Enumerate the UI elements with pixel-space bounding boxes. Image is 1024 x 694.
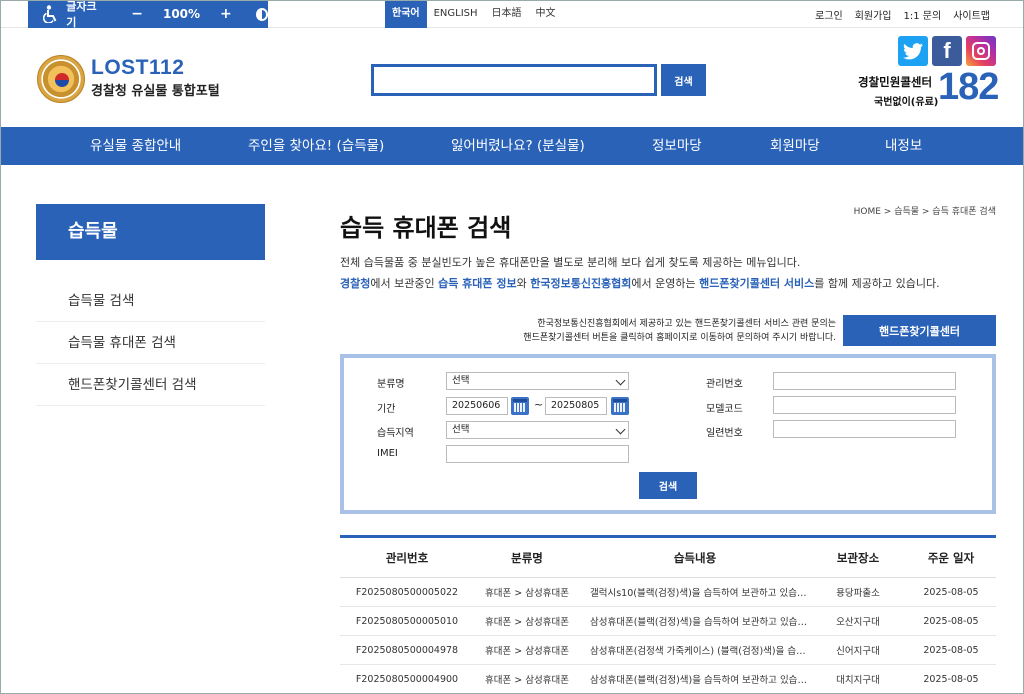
lang-japanese[interactable]: 日本語 [485,0,529,28]
col-date: 주운 일자 [927,550,975,565]
region-label: 습득지역 [377,428,414,439]
lang-english[interactable]: ENGLISH [427,0,485,28]
cell-manage-no: F2025080500004900 [355,673,459,685]
nav-lost-items[interactable]: 잃어버렸나요? (분실물) [451,127,585,165]
imei-label: IMEI [377,448,398,459]
calendar-icon[interactable] [611,397,629,415]
table-row[interactable]: F2025080500004900 휴대폰 > 삼성휴대폰 삼성휴대폰(블랙(검… [340,665,996,694]
brand-title[interactable]: LOST112 [91,56,184,80]
cell-manage-no: F2025080500005010 [355,615,459,627]
cell-storage: 대치지구대 [836,675,880,686]
cell-content[interactable]: 삼성휴대폰(블랙(검정)색)을 습득하여 보관하고 있습니다. [580,614,810,628]
police-emblem-logo[interactable] [37,55,85,103]
description-line-1: 전체 습득물품 중 분실빈도가 높은 휴대폰만을 별도로 분리해 보다 쉽게 찾… [340,256,801,269]
accessibility-icon [42,4,60,24]
contrast-icon[interactable] [255,7,268,21]
table-row[interactable]: F2025080500004978 휴대폰 > 삼성휴대폰 삼성휴대폰(검정색 … [340,636,996,665]
twitter-icon[interactable] [898,36,928,66]
chevron-down-icon [615,375,626,386]
col-manage-no: 관리번호 [385,550,429,565]
sidebar-item-callcenter-search[interactable]: 핸드폰찾기콜센터 검색 [36,364,265,406]
region-select[interactable]: 선택 [446,421,629,439]
date-separator: ~ [534,398,544,411]
serial-label: 일련번호 [706,428,743,439]
cell-content[interactable]: 갤럭시s10(블랙(검정)색)을 습득하여 보관하고 있습니다. [580,585,810,599]
cell-date: 2025-08-05 [923,644,979,656]
period-label: 기간 [377,404,396,415]
date-to-input[interactable]: 20250805 [545,397,607,415]
form-search-button[interactable]: 검색 [639,472,697,499]
cell-date: 2025-08-05 [923,673,979,685]
nav-members[interactable]: 회원마당 [770,127,820,165]
results-table: 관리번호 분류명 습득내용 보관장소 주운 일자 F20250805000050… [340,535,996,694]
model-code-label: 모델코드 [706,404,743,415]
page-title: 습득 휴대폰 검색 [340,214,512,242]
sidebar-item-phone-search[interactable]: 습득물 휴대폰 검색 [36,322,265,364]
cell-category: 휴대폰 > 삼성휴대폰 [485,588,569,599]
serial-input[interactable] [773,420,956,438]
call-center-sub: 국번없이(유료) [874,97,939,108]
chevron-down-icon [615,424,626,435]
cell-date: 2025-08-05 [923,615,979,627]
col-storage: 보관장소 [836,550,880,565]
manage-no-label: 관리번호 [706,379,743,390]
facebook-icon[interactable]: f [932,36,962,66]
table-row[interactable]: F2025080500005022 휴대폰 > 삼성휴대폰 갤럭시s10(블랙(… [340,578,996,607]
font-zoom-value: 100% [162,7,201,21]
nav-lost-guide[interactable]: 유실물 종합안내 [90,127,181,165]
font-size-label: 글자크기 [66,0,97,29]
imei-input[interactable] [446,445,629,463]
inquiry-link[interactable]: 1:1 문의 [904,7,942,22]
lang-chinese[interactable]: 中文 [529,0,563,28]
login-link[interactable]: 로그인 [815,7,843,22]
instagram-icon[interactable] [966,36,996,66]
language-selector: 한국어 ENGLISH 日本語 中文 [385,0,563,28]
call-center-label: 경찰민원콜센터 [858,75,933,89]
cell-manage-no: F2025080500005022 [355,586,459,598]
manage-no-input[interactable] [773,372,956,390]
main-nav: 유실물 종합안내 주인을 찾아요! (습득물) 잃어버렸나요? (분실물) 정보… [0,127,1024,165]
desc-police-link: 경찰청 [340,277,371,290]
cell-storage: 오산지구대 [836,617,880,628]
font-decrease-button[interactable]: − [131,6,143,22]
cell-content[interactable]: 삼성휴대폰(검정색 가죽케이스) (블랙(검정)색)을 습득하여 보관하고 있습… [580,643,810,657]
signup-link[interactable]: 회원가입 [855,7,892,22]
table-header: 관리번호 분류명 습득내용 보관장소 주운 일자 [340,538,996,578]
cell-content[interactable]: 삼성휴대폰(블랙(검정)색)을 습득하여 보관하고 있습니다. [580,672,810,686]
header-search-button[interactable]: 검색 [661,64,706,96]
cell-storage: 신어지구대 [836,646,880,657]
model-code-input[interactable] [773,396,956,414]
cell-date: 2025-08-05 [923,586,979,598]
top-utility-bar: 글자크기 − 100% + 한국어 ENGLISH 日本語 中文 로그인 회원가… [0,0,1024,29]
category-select[interactable]: 선택 [446,372,629,390]
cell-category: 휴대폰 > 삼성휴대폰 [485,675,569,686]
category-label: 분류명 [377,379,405,390]
table-row[interactable]: F2025080500005010 휴대폰 > 삼성휴대폰 삼성휴대폰(블랙(검… [340,607,996,636]
breadcrumb: HOME > 습득물 > 습득 휴대폰 검색 [853,207,996,217]
sitemap-link[interactable]: 사이트맵 [953,7,990,22]
nav-info[interactable]: 정보마당 [652,127,702,165]
calendar-icon[interactable] [511,397,529,415]
description-line-2: 경찰청에서 보관중인 습득 휴대폰 정보와 한국정보통신진흥협회에서 운영하는 … [340,277,940,290]
phone-callcenter-button[interactable]: 핸드폰찾기콜센터 [843,315,996,346]
col-content: 습득내용 [673,550,717,565]
call-center-number: 182 [938,66,999,108]
cell-category: 휴대폰 > 삼성휴대폰 [485,646,569,657]
date-from-input[interactable]: 20250606 [446,397,508,415]
callcenter-notice: 한국정보통신진흥협회에서 제공하고 있는 핸드폰찾기콜센터 서비스 관련 문의는… [523,319,836,343]
header-search-input[interactable] [371,64,657,96]
nav-found-items[interactable]: 주인을 찾아요! (습득물) [248,127,384,165]
cell-storage: 용당파출소 [836,588,880,599]
sidebar-title: 습득물 [36,204,265,260]
utility-links: 로그인 회원가입 1:1 문의 사이트맵 [803,0,990,28]
sidebar-item-found-search[interactable]: 습득물 검색 [36,280,265,322]
font-size-control: 글자크기 − 100% + [28,0,268,29]
cell-manage-no: F2025080500004978 [355,644,459,656]
brand-subtitle[interactable]: 경찰청 유실물 통합포털 [91,80,220,99]
col-category: 분류명 [511,550,543,565]
font-increase-button[interactable]: + [220,6,232,22]
cell-category: 휴대폰 > 삼성휴대폰 [485,617,569,628]
lang-korean[interactable]: 한국어 [385,0,427,28]
nav-my-info[interactable]: 내정보 [885,127,922,165]
